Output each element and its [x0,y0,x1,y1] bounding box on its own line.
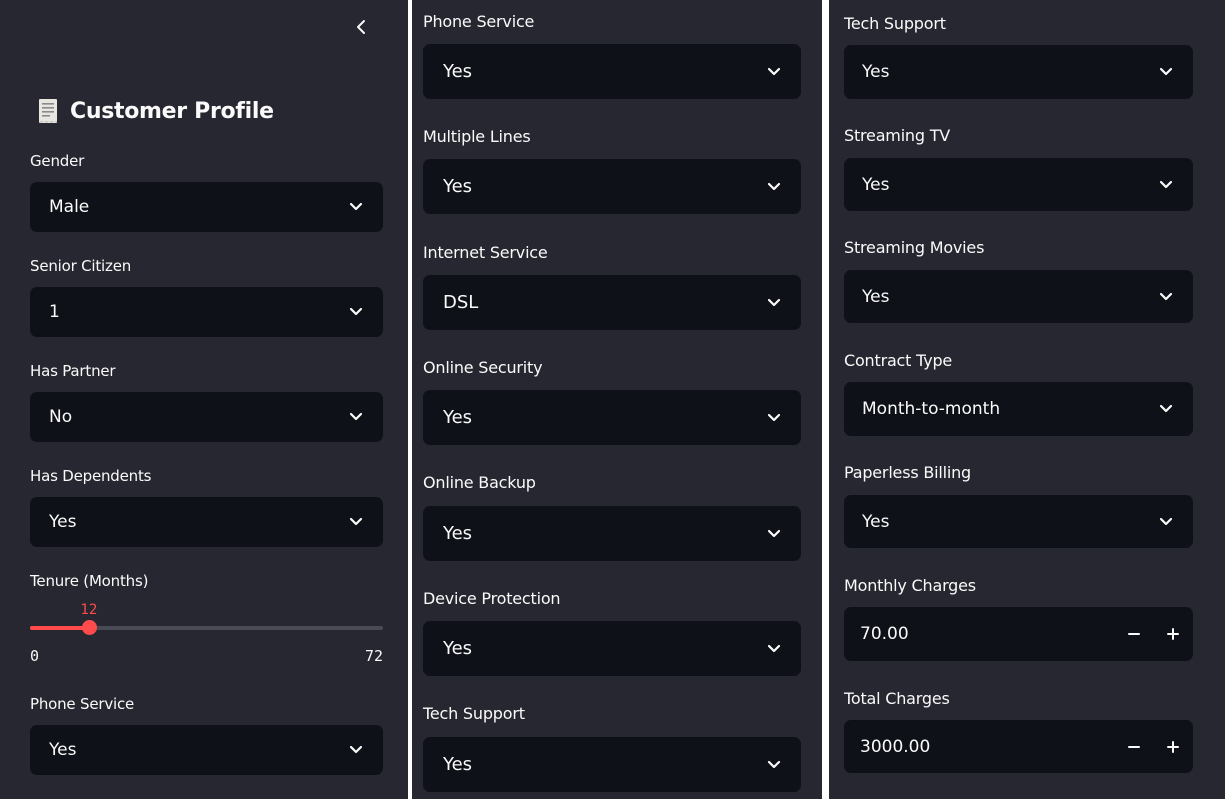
chevron-down-icon [349,517,363,526]
streaming-movies-value: Yes [862,286,890,307]
tech-support-select[interactable]: Yes [844,45,1193,99]
has-dependents-label: Has Dependents [30,467,152,485]
sidebar-title: Customer Profile [34,97,274,125]
total-charges-label: Total Charges [844,689,950,708]
has-partner-label: Has Partner [30,362,116,380]
phone-service-value: Yes [443,61,473,82]
online-backup-value: Yes [443,523,473,544]
chevron-down-icon [349,412,363,421]
total-charges-increment-button[interactable] [1161,735,1185,759]
paperless-billing-select[interactable]: Yes [844,495,1193,548]
minus-icon [1128,633,1140,635]
gender-label: Gender [30,152,85,170]
monthly-charges-decrement-button[interactable] [1122,622,1146,646]
tenure-slider-fill [30,626,89,630]
senior-citizen-select[interactable]: 1 [30,287,383,337]
phone-service-select[interactable]: Yes [423,44,801,99]
streaming-movies-label: Streaming Movies [844,238,985,257]
services-panel: Phone Service Yes Multiple Lines Yes Int… [412,0,822,799]
device-protection-value: Yes [443,638,473,659]
collapse-sidebar-button[interactable] [350,14,372,40]
device-protection-select[interactable]: Yes [423,621,801,676]
internet-service-value: DSL [443,292,479,313]
phone-service-select[interactable]: Yes [30,725,383,775]
streaming-tv-select[interactable]: Yes [844,158,1193,211]
online-security-label: Online Security [423,358,543,377]
chevron-down-icon [1159,404,1173,413]
monthly-charges-label: Monthly Charges [844,576,976,595]
phone-service-label: Phone Service [30,695,135,713]
senior-citizen-value: 1 [49,302,60,322]
streaming-tv-label: Streaming TV [844,126,951,145]
internet-service-select[interactable]: DSL [423,275,801,330]
phone-service-label: Phone Service [423,12,535,31]
contract-type-value: Month-to-month [862,399,1001,419]
online-security-select[interactable]: Yes [423,390,801,445]
total-charges-input[interactable]: 3000.00 [844,720,1193,773]
has-dependents-value: Yes [49,512,77,532]
tenure-slider-value: 12 [80,602,98,618]
multiple-lines-select[interactable]: Yes [423,159,801,214]
plus-icon [1167,740,1179,753]
chevron-down-icon [767,182,781,190]
paperless-billing-value: Yes [862,511,890,532]
senior-citizen-label: Senior Citizen [30,257,132,275]
tech-support-value: Yes [862,62,890,82]
multiple-lines-value: Yes [443,176,473,197]
online-backup-label: Online Backup [423,473,536,492]
chevron-down-icon [349,202,363,211]
minus-icon [1128,745,1140,748]
has-dependents-select[interactable]: Yes [30,497,383,547]
contract-type-label: Contract Type [844,351,953,370]
chevron-down-icon [349,307,363,316]
tech-support-label: Tech Support [423,704,525,723]
online-security-value: Yes [443,407,473,428]
chevron-down-icon [1159,517,1173,525]
chevron-down-icon [767,298,781,306]
tenure-slider-thumb[interactable] [81,620,97,635]
chevron-down-icon [1159,67,1173,76]
chevron-down-icon [767,67,781,75]
phone-service-value: Yes [49,740,77,760]
chevron-down-icon [1159,180,1173,188]
chevron-left-icon [357,20,365,34]
monthly-charges-value[interactable]: 70.00 [860,624,909,644]
tech-support-label: Tech Support [844,14,946,33]
tenure-max-label: 72 [364,647,383,665]
chevron-down-icon [1159,292,1173,300]
monthly-charges-increment-button[interactable] [1161,622,1185,646]
tenure-min-label: 0 [30,647,40,665]
contract-type-select[interactable]: Month-to-month [844,382,1193,436]
chevron-down-icon [767,413,781,421]
gender-value: Male [49,197,90,217]
sidebar-panel: Customer Profile Gender Male Senior Citi… [0,0,408,799]
multiple-lines-label: Multiple Lines [423,127,531,146]
tech-support-value: Yes [443,754,473,775]
total-charges-decrement-button[interactable] [1122,735,1146,759]
has-partner-select[interactable]: No [30,392,383,442]
chevron-down-icon [767,644,781,652]
online-backup-select[interactable]: Yes [423,506,801,561]
tenure-label: Tenure (Months) [30,572,149,590]
plus-icon [1167,628,1179,640]
receipt-icon [39,99,57,123]
has-partner-value: No [49,407,73,427]
tech-support-select[interactable]: Yes [423,737,801,792]
paperless-billing-label: Paperless Billing [844,463,972,482]
sidebar-title-text: Customer Profile [70,98,274,124]
chevron-down-icon [349,745,363,754]
device-protection-label: Device Protection [423,589,561,608]
gender-select[interactable]: Male [30,182,383,232]
streaming-tv-value: Yes [862,174,890,195]
monthly-charges-input[interactable]: 70.00 [844,607,1193,661]
billing-panel: Tech Support Yes Streaming TV Yes Stream… [829,0,1225,799]
tenure-slider[interactable]: 12 [30,602,383,635]
streaming-movies-select[interactable]: Yes [844,270,1193,323]
total-charges-value[interactable]: 3000.00 [860,737,930,757]
chevron-down-icon [767,760,781,768]
chevron-down-icon [767,529,781,537]
internet-service-label: Internet Service [423,243,548,262]
